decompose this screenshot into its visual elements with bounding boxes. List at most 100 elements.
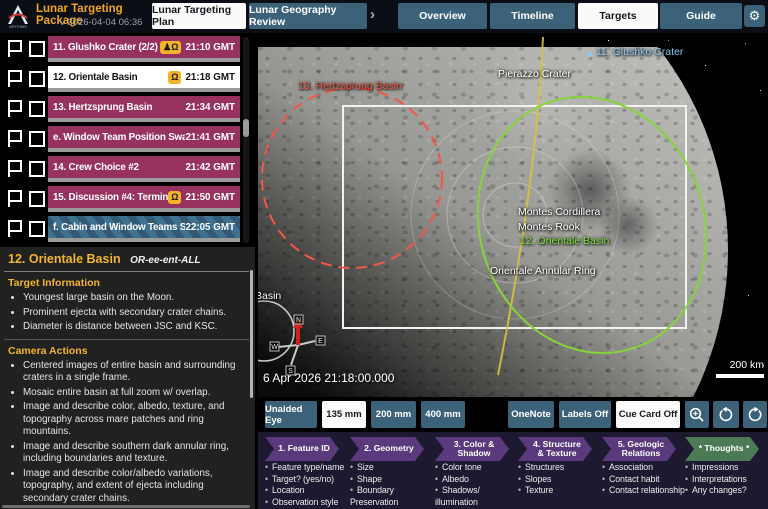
- simulation-timestamp: 6 Apr 2026 21:18:00.000: [263, 371, 394, 385]
- cue-header-thoughts: * Thoughts *: [685, 437, 759, 461]
- audio-badge: Ω: [168, 191, 181, 204]
- capture-frame: [343, 106, 686, 328]
- chevron-right-icon[interactable]: ›: [370, 6, 375, 23]
- flag-icon[interactable]: [8, 40, 22, 57]
- orientale-ellipse: [442, 65, 741, 386]
- unaided-eye-button[interactable]: Unaided Eye: [265, 401, 317, 428]
- map-label-annular-ring: Orientale Annular Ring: [490, 265, 596, 277]
- cue-header-geometry: 2. Geometry: [350, 437, 424, 461]
- labels-off-button[interactable]: Labels Off: [559, 401, 611, 428]
- onenote-button[interactable]: OneNote: [508, 401, 554, 428]
- nav-targets[interactable]: Targets: [578, 3, 658, 29]
- flag-icon[interactable]: [8, 130, 22, 147]
- zoom-400mm-button[interactable]: 400 mm: [421, 401, 465, 428]
- rotate-ccw-button[interactable]: [713, 401, 739, 428]
- timeline-scrollbar-thumb[interactable]: [243, 119, 249, 137]
- headset-icon: Ω: [171, 191, 178, 204]
- cue-list-thoughts: Impressions Interpretations Any changes?: [685, 462, 747, 497]
- rotate-cw-icon: [747, 407, 763, 423]
- settings-button[interactable]: ⚙: [744, 5, 765, 27]
- tab-lunar-targeting-plan[interactable]: Lunar Targeting Plan: [152, 3, 246, 29]
- cue-list-geometry: Size Shape Boundary Preservation: [350, 462, 422, 508]
- map-label-montes-rook: Montes Rook: [518, 221, 580, 233]
- timeline-row-hertzsprung[interactable]: 13. Hertzsprung Basin 21:34 GMT: [48, 96, 240, 122]
- timeline-row-cabin-swap[interactable]: f. Cabin and Window Teams Swap 22:05 GMT: [48, 216, 240, 242]
- svg-text:N: N: [296, 317, 301, 324]
- cue-header-color-shadow: 3. Color & Shadow: [435, 437, 509, 461]
- glushko-marker-dot: [587, 52, 592, 57]
- camera-actions-list: Centered images of entire basin and surr…: [8, 360, 245, 506]
- map-label-pierazzo: Pierazzo Crater: [498, 68, 571, 80]
- gear-icon: ⚙: [749, 8, 761, 24]
- checkbox[interactable]: [29, 161, 45, 177]
- scale-bar: [716, 374, 764, 378]
- zoom-200mm-button[interactable]: 200 mm: [371, 401, 416, 428]
- rotate-cw-button[interactable]: [743, 401, 767, 428]
- compass-gizmo: N W E S: [270, 315, 325, 375]
- nav-guide[interactable]: Guide: [660, 3, 742, 29]
- scale-label: 200 km: [706, 359, 764, 371]
- lunar-targeting-app: ARTEMIS Lunar Targeting Package v 2026-0…: [0, 0, 768, 509]
- tab-lunar-geography-review[interactable]: Lunar Geography Review: [249, 3, 367, 29]
- detail-hscrollbar-thumb[interactable]: [2, 505, 250, 508]
- flag-icon[interactable]: [8, 220, 22, 237]
- headset-icon: Ω: [171, 71, 178, 84]
- nav-overview[interactable]: Overview: [398, 3, 487, 29]
- detail-scrollbar-thumb[interactable]: [250, 270, 253, 398]
- rotate-ccw-icon: [718, 407, 734, 423]
- app-version: v 2026-04-04 06:36: [60, 17, 142, 28]
- hertzsprung-circle: [262, 88, 442, 268]
- cue-header-structure-texture: 4. Structure & Texture: [518, 437, 592, 461]
- svg-text:E: E: [318, 338, 323, 345]
- checkbox[interactable]: [29, 101, 45, 117]
- map-label-montes-cordillera: Montes Cordillera: [518, 206, 600, 218]
- map-label-orientale: 12. Orientale Basin: [520, 235, 609, 247]
- timeline-row-window-swap[interactable]: e. Window Team Position Swap 21:41 GMT: [48, 126, 240, 152]
- flag-icon[interactable]: [8, 70, 22, 87]
- crew-audio-badge: ♟ Ω: [160, 41, 181, 54]
- zoom-135mm-button[interactable]: 135 mm: [322, 401, 366, 428]
- headset-icon: Ω: [171, 41, 178, 54]
- flag-icon[interactable]: [8, 190, 22, 207]
- cue-list-structure-texture: Structures Slopes Texture: [518, 462, 564, 497]
- svg-text:W: W: [271, 344, 278, 351]
- timeline-list: 11. Glushko Crater (2/2) ♟ Ω 21:10 GMT 1…: [0, 33, 255, 247]
- audio-badge: Ω: [168, 71, 181, 84]
- cue-list-color-shadow: Color tone Albedo Shadows/ illumination: [435, 462, 507, 508]
- checkbox[interactable]: [29, 221, 45, 237]
- timeline-row-orientale-selected[interactable]: 12. Orientale Basin Ω 21:18 GMT: [48, 66, 240, 92]
- section-heading-target-info: Target Information: [8, 277, 245, 289]
- moon-map-view[interactable]: N W E S 11. Glushko Crater Pierazzo Crat…: [258, 35, 768, 397]
- view-toolbar: Unaided Eye 135 mm 200 mm 400 mm OneNote…: [258, 397, 768, 432]
- cue-header-geologic-relations: 5. Geologic Relations: [602, 437, 676, 461]
- section-heading-camera-actions: Camera Actions: [8, 345, 245, 357]
- map-label-glushko: 11. Glushko Crater: [596, 46, 683, 58]
- checkbox[interactable]: [29, 41, 45, 57]
- app-header: ARTEMIS Lunar Targeting Package v 2026-0…: [0, 0, 768, 33]
- target-info-list: Youngest large basin on the Moon. Promin…: [8, 292, 245, 334]
- map-label-hertzsprung: 13. Hertzsprung Basin: [298, 80, 402, 92]
- map-label-basin-partial: Basin: [258, 290, 281, 302]
- cue-card-panel: 1. Feature ID 2. Geometry 3. Color & Sha…: [258, 432, 768, 509]
- flag-icon[interactable]: [8, 100, 22, 117]
- checkbox[interactable]: [29, 191, 45, 207]
- timeline-row-crew-choice[interactable]: 14. Crew Choice #2 21:42 GMT: [48, 156, 240, 182]
- checkbox[interactable]: [29, 131, 45, 147]
- timeline-row-discussion-terminator[interactable]: 15. Discussion #4: Terminator Ω 21:50 GM…: [48, 186, 240, 212]
- artemis-logo-icon: ARTEMIS: [5, 3, 31, 29]
- timeline-row-glushko[interactable]: 11. Glushko Crater (2/2) ♟ Ω 21:10 GMT: [48, 36, 240, 62]
- svg-text:ARTEMIS: ARTEMIS: [9, 24, 27, 29]
- detail-title: 12. Orientale Basin OR-ee-ent-ALL: [8, 252, 245, 266]
- nav-timeline[interactable]: Timeline: [490, 3, 575, 29]
- checkbox[interactable]: [29, 71, 45, 87]
- magnifier-plus-icon: [689, 407, 705, 423]
- zoom-in-button[interactable]: [685, 401, 709, 428]
- cue-list-geologic-relations: Association Contact habit Contact relati…: [602, 462, 685, 497]
- cue-card-off-button[interactable]: Cue Card Off: [616, 401, 680, 428]
- target-detail-panel: 12. Orientale Basin OR-ee-ent-ALL Target…: [0, 247, 255, 509]
- flag-icon[interactable]: [8, 160, 22, 177]
- crew-icon: ♟: [163, 41, 171, 54]
- pronunciation: OR-ee-ent-ALL: [130, 255, 201, 266]
- timeline-scrollbar[interactable]: [243, 37, 249, 243]
- cue-header-feature-id: 1. Feature ID: [265, 437, 339, 461]
